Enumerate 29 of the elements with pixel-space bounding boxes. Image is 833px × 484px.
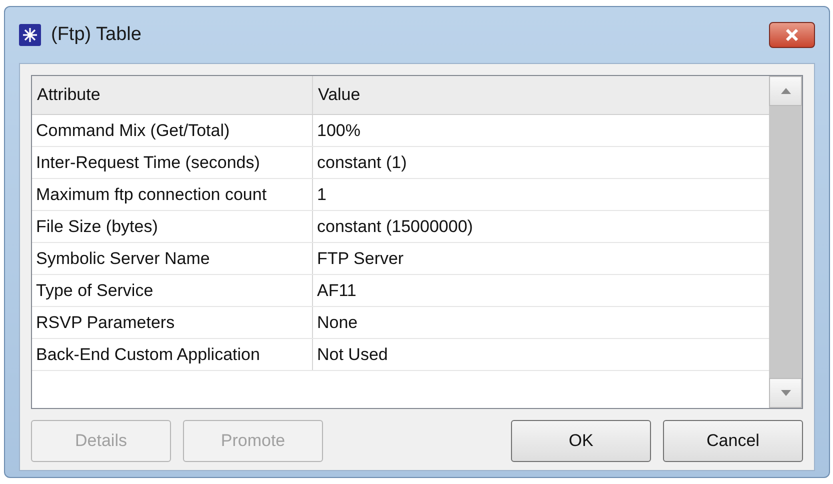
table-cell[interactable]: FTP Server <box>313 243 769 274</box>
table-cell: Inter-Request Time (seconds) <box>32 147 313 178</box>
table-cell[interactable]: 1 <box>313 179 769 210</box>
table-cell: Command Mix (Get/Total) <box>32 115 313 146</box>
table-cell[interactable]: None <box>313 307 769 338</box>
column-header[interactable]: Value <box>313 76 769 114</box>
scroll-down-button[interactable] <box>769 378 802 408</box>
table-cell[interactable]: AF11 <box>313 275 769 306</box>
dialog-button[interactable]: OK <box>511 420 651 462</box>
scroll-up-button[interactable] <box>769 76 802 106</box>
app-icon <box>19 24 41 46</box>
table-cell: Maximum ftp connection count <box>32 179 313 210</box>
column-header[interactable]: Attribute <box>32 76 313 114</box>
down-arrow-icon <box>780 390 790 396</box>
window-title: (Ftp) Table <box>51 24 142 46</box>
table-cell: Type of Service <box>32 275 313 306</box>
table-cell: Back-End Custom Application <box>32 339 313 370</box>
table-cell[interactable]: 100% <box>313 115 769 146</box>
dialog-button[interactable]: Cancel <box>663 420 803 462</box>
table-cell: Symbolic Server Name <box>32 243 313 274</box>
up-arrow-icon <box>780 88 790 94</box>
close-button[interactable] <box>769 22 815 48</box>
table-cell: File Size (bytes) <box>32 211 313 242</box>
table-cell[interactable]: constant (1) <box>313 147 769 178</box>
table-cell: RSVP Parameters <box>32 307 313 338</box>
scrollbar[interactable] <box>769 76 802 408</box>
close-icon <box>785 29 799 41</box>
table-cell[interactable]: constant (15000000) <box>313 211 769 242</box>
table-cell[interactable]: Not Used <box>313 339 769 370</box>
